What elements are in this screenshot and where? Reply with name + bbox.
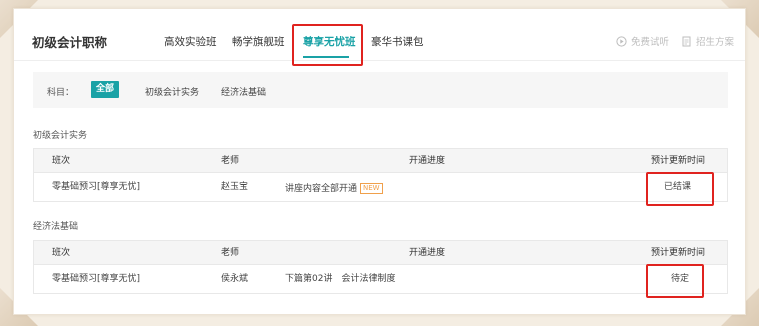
table-row: 零基础预习[尊享无忧] 赵玉宝 讲座内容全部开通 NEW 已结课 — [34, 173, 727, 201]
tab-flagship-class[interactable]: 畅学旗舰班 — [232, 34, 285, 49]
document-icon — [681, 36, 692, 47]
filter-option-all[interactable]: 全部 — [91, 81, 119, 98]
filter-label: 科目： — [47, 88, 75, 98]
filter-option-economic-law[interactable]: 经济法基础 — [221, 85, 266, 98]
section-title-accounting-practice: 初级会计实务 — [33, 131, 88, 141]
progress-text: 讲座内容全部开通 — [285, 184, 358, 194]
class-name: 零基础预习[尊享无忧] — [52, 274, 141, 284]
column-header-class: 班次 — [52, 248, 71, 258]
progress-text: 下篇第02讲 会计法律制度 — [285, 274, 396, 284]
admission-plan-link[interactable]: 招生方案 — [681, 34, 734, 48]
teacher-name: 赵玉宝 — [221, 182, 249, 192]
highlight-box — [292, 24, 363, 66]
highlight-box — [646, 172, 714, 206]
page-title: 初级会计职称 — [32, 35, 108, 50]
filter-option-accounting-practice[interactable]: 初级会计实务 — [145, 85, 199, 98]
table-row: 零基础预习[尊享无忧] 侯永斌 下篇第02讲 会计法律制度 待定 — [34, 265, 727, 293]
tab-efficient-class[interactable]: 高效实验班 — [164, 34, 217, 49]
play-circle-icon — [616, 35, 627, 47]
highlight-box — [646, 264, 704, 298]
column-header-teacher: 老师 — [221, 248, 240, 258]
course-panel: 初级会计职称 高效实验班 畅学旗舰班 尊享无忧班 豪华书课包 免费试听 招生方案… — [13, 8, 746, 315]
section-title-economic-law: 经济法基础 — [33, 222, 79, 232]
column-header-update-time: 预计更新时间 — [651, 156, 706, 166]
free-trial-label: 免费试听 — [631, 37, 670, 48]
table-header: 班次 老师 开通进度 预计更新时间 — [34, 241, 727, 265]
new-badge: NEW — [360, 183, 383, 194]
schedule-table-economic-law: 班次 老师 开通进度 预计更新时间 零基础预习[尊享无忧] 侯永斌 下篇第02讲… — [33, 240, 728, 294]
free-trial-link[interactable]: 免费试听 — [616, 34, 669, 48]
progress-cell: 讲座内容全部开通 NEW — [285, 183, 383, 194]
column-header-class: 班次 — [52, 156, 71, 166]
subject-filter-bar: 科目： 全部 初级会计实务 经济法基础 — [33, 72, 728, 108]
admission-plan-label: 招生方案 — [696, 37, 735, 48]
column-header-progress: 开通进度 — [409, 156, 446, 166]
column-header-teacher: 老师 — [221, 156, 240, 166]
column-header-update-time: 预计更新时间 — [651, 248, 706, 258]
header-bar: 初级会计职称 高效实验班 畅学旗舰班 尊享无忧班 豪华书课包 免费试听 招生方案 — [14, 9, 745, 66]
tab-book-bundle[interactable]: 豪华书课包 — [371, 34, 424, 49]
teacher-name: 侯永斌 — [221, 274, 249, 284]
column-header-progress: 开通进度 — [409, 248, 446, 258]
schedule-table-accounting-practice: 班次 老师 开通进度 预计更新时间 零基础预习[尊享无忧] 赵玉宝 讲座内容全部… — [33, 148, 728, 202]
class-name: 零基础预习[尊享无忧] — [52, 182, 141, 192]
table-header: 班次 老师 开通进度 预计更新时间 — [34, 149, 727, 173]
